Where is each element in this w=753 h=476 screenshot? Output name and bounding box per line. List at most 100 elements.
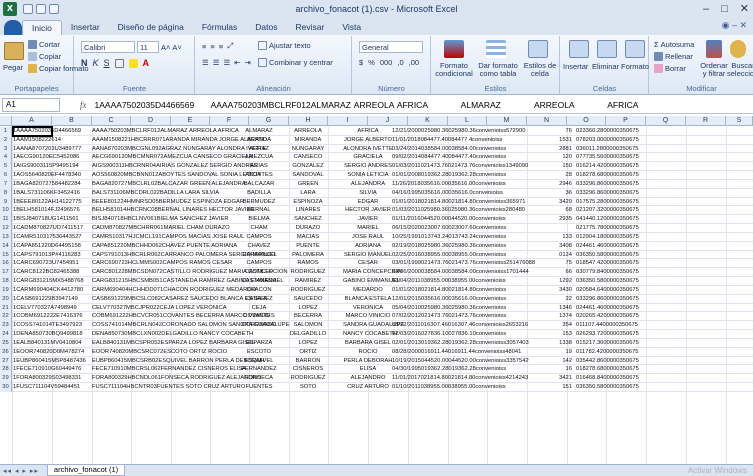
table-cell[interactable]: BELH581014HBCRNC08BERNAL LINARES HECTOR …	[92, 206, 255, 215]
table-cell[interactable]: 02/03/2016027836.10027836.10convenioiss	[392, 330, 506, 339]
conditional-format-icon[interactable]	[444, 40, 464, 58]
table-cell[interactable]: 12/21/2000025980.36025980.36convenioiss5…	[392, 127, 525, 136]
sort-filter-icon[interactable]	[706, 40, 722, 58]
table-cell[interactable]: 1CARG831215MX5488768	[13, 277, 84, 286]
table-cell[interactable]: MACIAS	[283, 233, 333, 242]
increase-decimal-icon[interactable]: ,0	[397, 58, 403, 67]
table-cell[interactable]: ALONDRA IVETTE	[343, 145, 393, 154]
table-cell[interactable]: FUSC711104HBCNTR03FUENTES SOTO CRUZ ARTU…	[92, 383, 245, 392]
row-header[interactable]: 29	[0, 374, 12, 384]
table-cell[interactable]: CARC690723HCLMMS002CAMPOS RAMOS CESAR	[92, 259, 232, 268]
table-cell[interactable]: JAVIER	[343, 215, 393, 224]
table-cell[interactable]: AGRAZ	[234, 145, 284, 154]
shrink-font-icon[interactable]: A˅	[172, 43, 181, 52]
table-cell[interactable]: 1292	[536, 277, 572, 286]
conditional-format-button[interactable]: Formato condicional	[432, 62, 476, 78]
copy-button[interactable]: Copiar	[28, 52, 61, 61]
row-header[interactable]: 20	[0, 294, 12, 304]
table-cell[interactable]: ARREOLA	[283, 127, 333, 136]
table-cell[interactable]: 03/24/2014038584.00038584.00convenioiss	[392, 145, 506, 154]
column-header-J[interactable]: J	[368, 116, 408, 126]
table-cell[interactable]: SERGIO ANDRES	[343, 162, 393, 171]
table-cell[interactable]: CASTANEDA	[234, 277, 284, 286]
table-cell[interactable]: 1BAGA820727584482284	[13, 180, 81, 189]
table-cell[interactable]: 1CAPA851220D64495158	[13, 242, 81, 251]
column-header-B[interactable]: B	[52, 116, 92, 126]
table-cell[interactable]: 036350.5800000350675	[576, 383, 639, 392]
row-header[interactable]: 30	[0, 383, 12, 392]
table-cell[interactable]: 078203.0000000350675	[576, 136, 639, 145]
table-cell[interactable]: 75	[536, 259, 572, 268]
table-cell[interactable]: 017575.2800000350675	[576, 198, 639, 207]
table-cell[interactable]: 1CAMR510317536443527	[13, 233, 82, 242]
table-cell[interactable]: 1AANA8707203U3489777	[13, 145, 81, 154]
row-header[interactable]: 26	[0, 347, 12, 357]
table-cell[interactable]: 1AAM1508222614	[13, 136, 61, 145]
table-cell[interactable]: 1CELV770327A7498949	[13, 304, 77, 313]
table-cell[interactable]: 016214.4200000350675	[576, 162, 639, 171]
align-center-icon[interactable]: ☰	[213, 58, 220, 67]
table-cell[interactable]: MIRANDA	[283, 136, 333, 145]
table-cell[interactable]: 06/15/2020023007.60023007.60convenioiss	[392, 224, 506, 233]
cut-button[interactable]: Cortar	[28, 40, 60, 49]
table-cell[interactable]: CAPA851220MBCHHD062CHAVEZ PUENTE ADRIANA	[92, 242, 237, 251]
table-cell[interactable]: CHAM	[234, 224, 284, 233]
row-header[interactable]: 16	[0, 259, 12, 269]
tab-datos[interactable]: Datos	[246, 20, 286, 35]
table-cell[interactable]: LARA	[283, 189, 333, 198]
table-cell[interactable]: 1374	[536, 312, 572, 321]
table-cell[interactable]: NANCY COCABETH	[343, 330, 397, 339]
table-cell[interactable]: 016468.8400000350675	[576, 374, 639, 383]
table-cell[interactable]: 10/19/2015044520.00044520.00convenioiss3…	[392, 357, 529, 366]
table-cell[interactable]: 142	[536, 357, 572, 366]
table-cell[interactable]: BEEE801224HMNRSD05BERMUDEZ ESPINOZA EDGA…	[92, 198, 244, 207]
wrap-text-button[interactable]: Ajustar texto	[258, 41, 311, 50]
table-cell[interactable]: SONIA LETICIA	[343, 171, 393, 180]
row-header[interactable]: 1	[0, 127, 12, 136]
table-cell[interactable]: LOPEZ	[283, 304, 333, 313]
table-cell[interactable]: CORONADO	[234, 321, 284, 330]
table-cell[interactable]: AIGS900311HBCRNR04AIRIAS GONZALEZ SERGIO…	[92, 162, 257, 171]
tab-diseno[interactable]: Diseño de página	[109, 20, 193, 35]
currency-icon[interactable]: $	[359, 58, 363, 67]
table-cell[interactable]: 036350.5800000350675	[576, 251, 639, 260]
table-cell[interactable]: 020265.4200000350675	[576, 312, 639, 321]
delete-button[interactable]: Eliminar	[592, 62, 619, 71]
table-cell[interactable]	[536, 224, 572, 233]
table-cell[interactable]: DENA850730MBCLXN002DELGADILLO NANCY COCA…	[92, 330, 253, 339]
font-color-icon[interactable]: A	[143, 58, 150, 68]
column-header-E[interactable]: E	[171, 116, 210, 126]
table-cell[interactable]: CARM690404HCHHDD071CHACON RODRIGUEZ MEDA…	[92, 286, 256, 295]
row-header[interactable]: 5	[0, 162, 12, 172]
table-cell[interactable]: 02/19/2018025980.36025980.36convenioiss	[392, 242, 506, 251]
border-icon[interactable]	[114, 58, 124, 68]
increase-indent-icon[interactable]: ⇥	[245, 58, 251, 67]
paste-icon[interactable]	[4, 42, 24, 60]
table-cell[interactable]: 01/11/2016044520.00044520.00convenioiss	[392, 215, 506, 224]
column-header-P[interactable]: P	[606, 116, 646, 126]
table-cell[interactable]: BIELMA	[234, 215, 284, 224]
fill-button[interactable]: Rellenar	[654, 52, 693, 61]
spreadsheet-grid[interactable]: ABCDEFGHIJKLMNOPQRS 1 1AAAA7502035D446656…	[0, 116, 753, 464]
table-cell[interactable]: CADM870827MBCHRR061MARIEL CHAM DURAZO	[92, 224, 230, 233]
table-cell[interactable]: 19	[536, 348, 572, 357]
table-cell[interactable]: ALEJANDRO	[343, 374, 393, 383]
table-cell[interactable]: 151	[536, 383, 572, 392]
insert-button[interactable]: Insertar	[563, 62, 588, 71]
table-cell[interactable]: 1COSS741014TE3497923	[13, 321, 82, 330]
save-icon[interactable]	[23, 4, 33, 14]
table-cell[interactable]: 077735.5600000350675	[576, 153, 639, 162]
row-header[interactable]: 17	[0, 268, 12, 278]
binoculars-icon[interactable]	[730, 40, 746, 58]
row-header[interactable]: 18	[0, 277, 12, 286]
table-cell[interactable]: 1338	[536, 339, 572, 348]
column-header-L[interactable]: L	[448, 116, 487, 126]
table-cell[interactable]: 28	[536, 171, 572, 180]
row-header[interactable]: 27	[0, 356, 12, 366]
align-middle-icon[interactable]: ≡	[210, 42, 214, 51]
table-cell[interactable]: BECERRA	[283, 312, 333, 321]
table-cell[interactable]: CHACON	[234, 286, 284, 295]
table-cell[interactable]: EALB840131MBCSPR052ESPARZA LOPEZ BARBARA…	[92, 339, 255, 348]
table-cell[interactable]: LINARES	[283, 206, 333, 215]
table-cell[interactable]: SANDOVAL	[283, 171, 333, 180]
